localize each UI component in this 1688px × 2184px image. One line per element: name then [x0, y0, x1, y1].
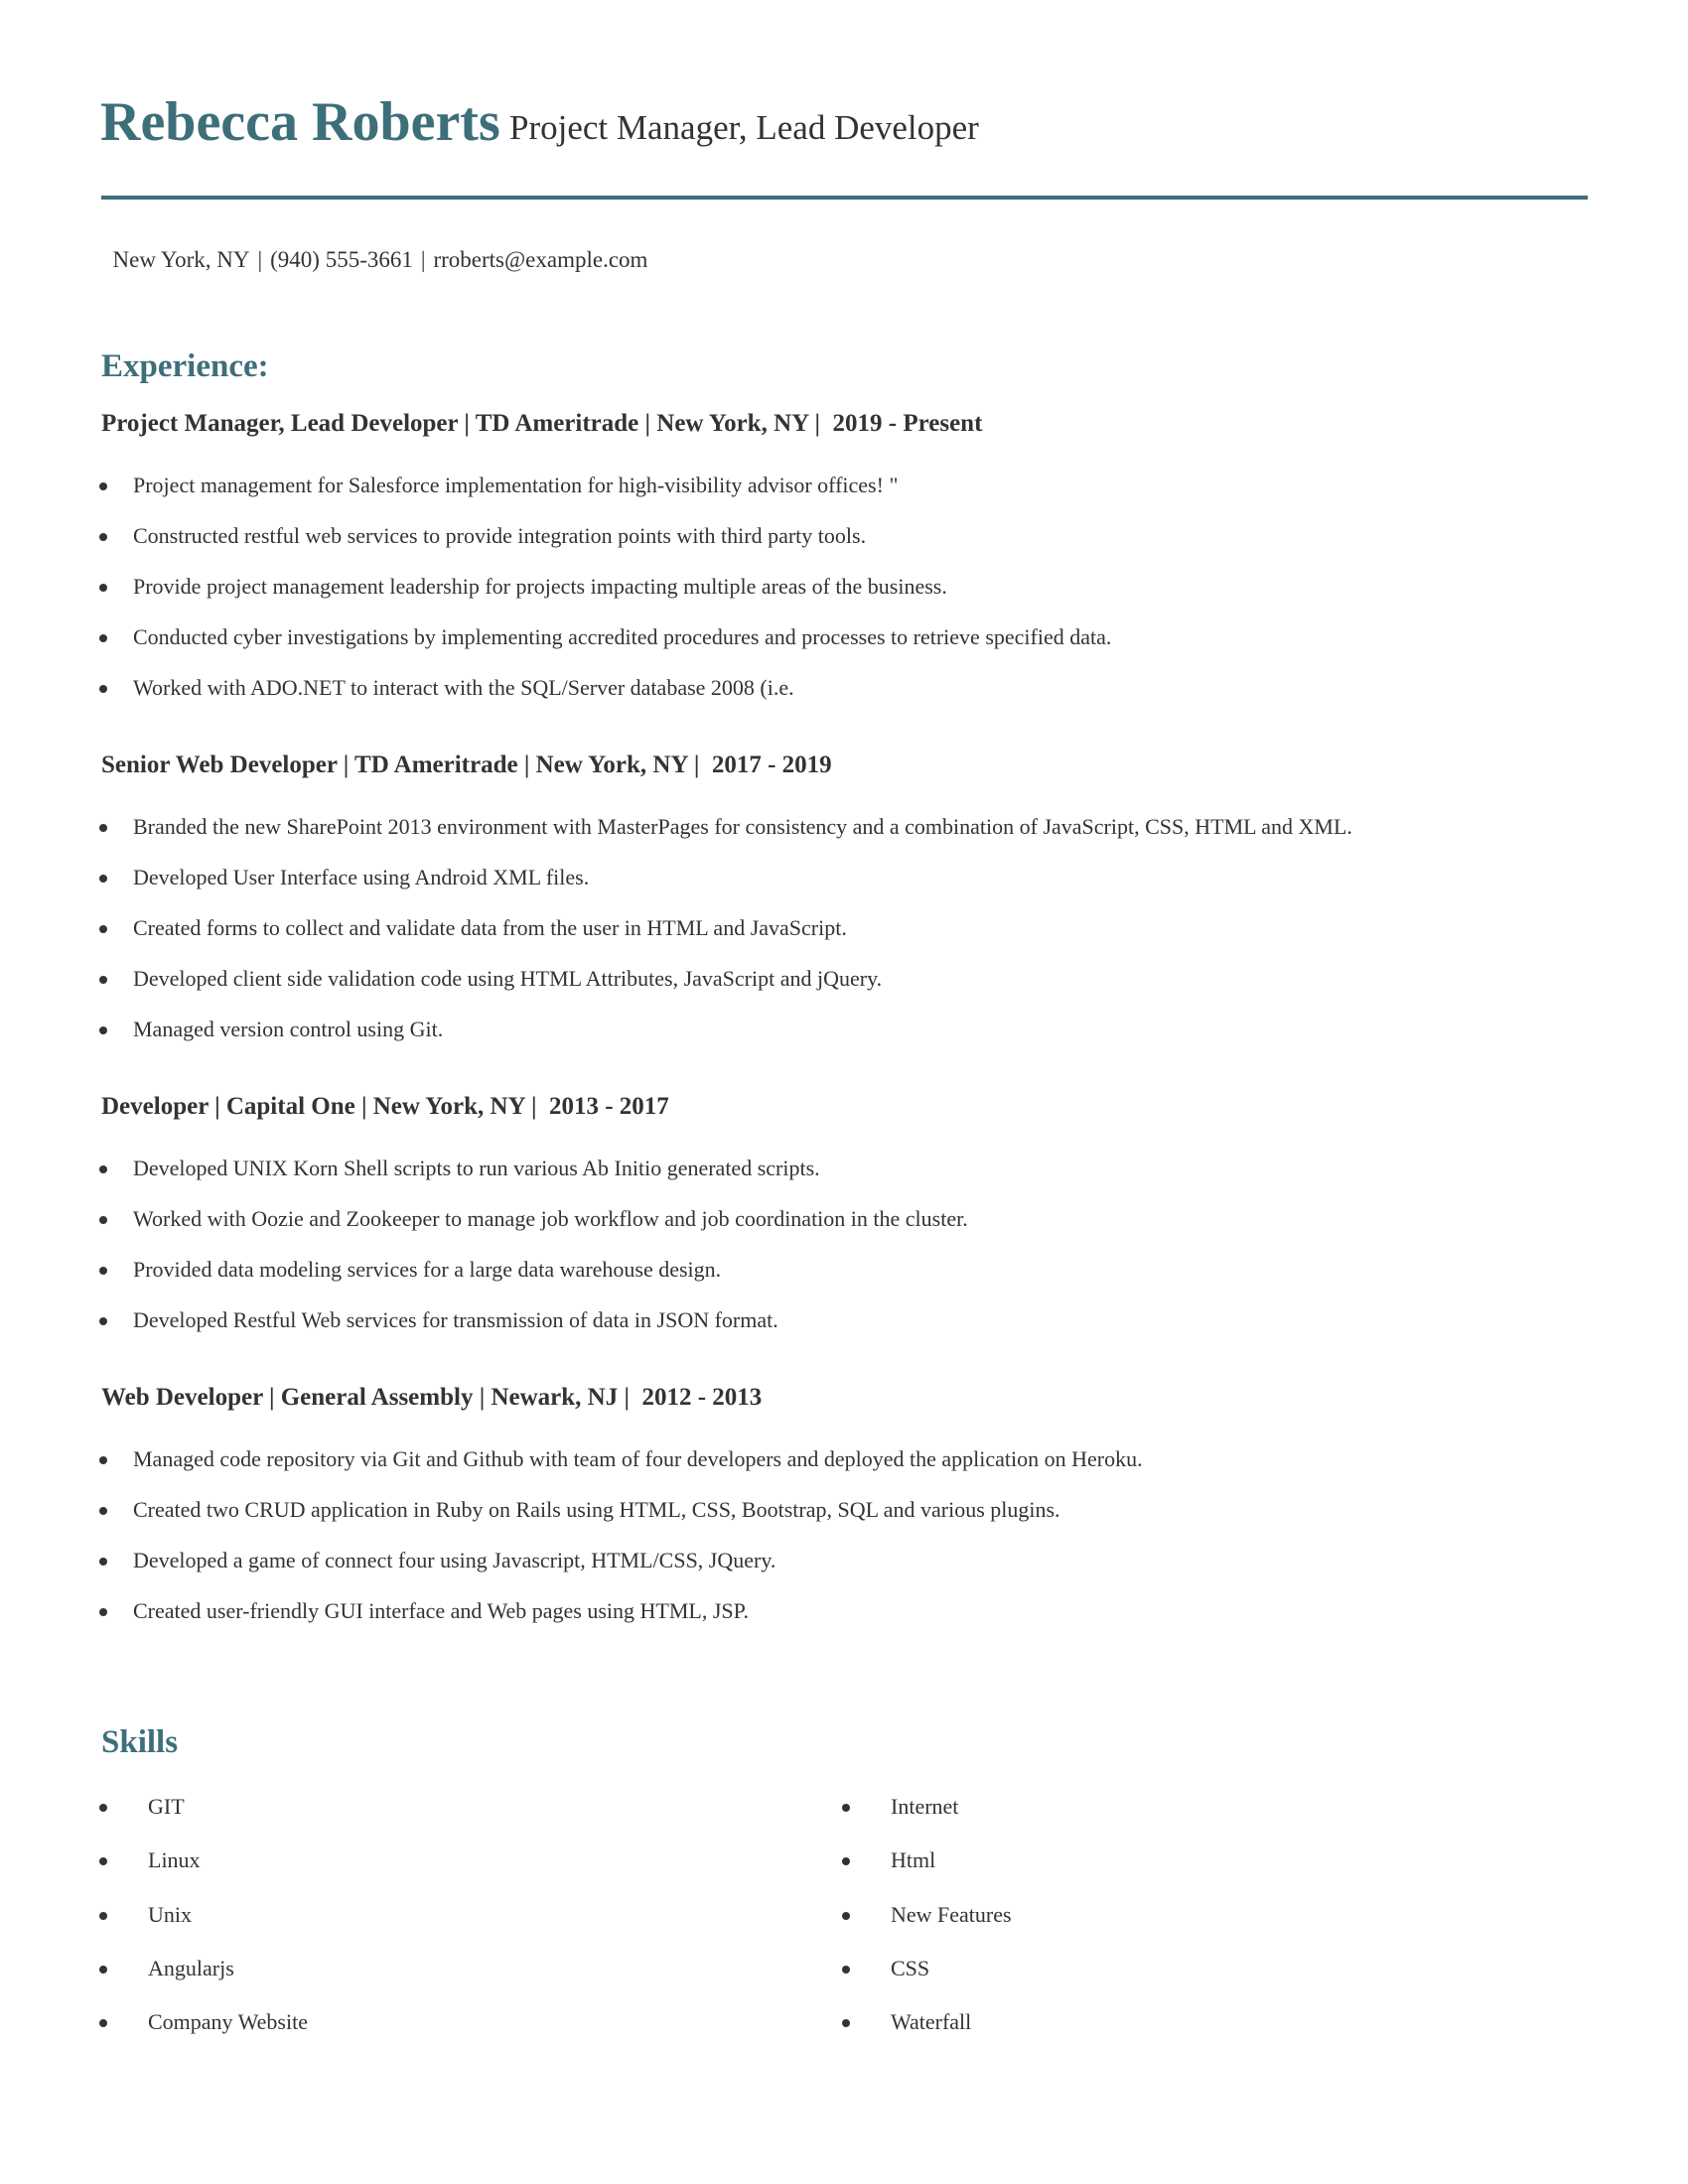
bullet-icon: [99, 976, 107, 984]
header-divider: [101, 196, 1588, 200]
bullet-text: Created user-friendly GUI interface and …: [133, 1598, 749, 1623]
bullet-icon: [99, 482, 107, 490]
skill-label: CSS: [891, 1955, 930, 1980]
bullet-text: Created two CRUD application in Ruby on …: [133, 1497, 1060, 1522]
bullet-icon: [99, 1026, 107, 1034]
job-title: Developer | Capital One | New York, NY |…: [101, 1093, 669, 1120]
bullet-text: Managed code repository via Git and Gith…: [133, 1446, 1143, 1471]
bullet-icon: [99, 1456, 107, 1464]
bullet-icon: [99, 685, 107, 693]
bullet-text: Branded the new SharePoint 2013 environm…: [133, 814, 1352, 839]
contact-separator: |: [257, 247, 263, 272]
bullet-icon: [99, 1216, 107, 1224]
bullet-icon: [99, 634, 107, 642]
contact-separator: |: [420, 247, 426, 272]
bullet-icon: [842, 2019, 850, 2028]
bullet-icon: [99, 1317, 107, 1325]
contact-line: New York, NY | (940) 555-3661 | rroberts@exa…: [101, 215, 648, 275]
bullet-icon: [99, 1608, 107, 1616]
bullet-icon: [99, 1911, 107, 1920]
skill-label: Unix: [148, 1901, 192, 1927]
skills-heading: Skills: [101, 1724, 179, 1760]
contact-location: New York, NY: [112, 247, 250, 272]
bullet-text: Created forms to collect and validate da…: [133, 915, 847, 940]
bullet-icon: [842, 1857, 850, 1866]
bullet-icon: [842, 1911, 850, 1920]
bullet-icon: [99, 1507, 107, 1515]
candidate-title: Project Manager, Lead Developer: [509, 108, 979, 147]
job-title: Senior Web Developer | TD Ameritrade | N…: [101, 751, 832, 778]
skill-label: Company Website: [148, 2009, 308, 2035]
bullet-text: Worked with Oozie and Zookeeper to manag…: [133, 1206, 968, 1231]
skill-label: Angularjs: [148, 1955, 234, 1980]
bullet-icon: [99, 824, 107, 832]
bullet-text: Worked with ADO.NET to interact with the…: [133, 675, 794, 700]
bullet-icon: [99, 2019, 107, 2028]
bullet-icon: [99, 533, 107, 541]
contact-phone: (940) 555-3661: [270, 247, 413, 272]
candidate-name: Rebecca Roberts: [100, 91, 500, 153]
skill-label: Internet: [891, 1794, 959, 1819]
bullet-text: Developed User Interface using Android X…: [133, 865, 590, 889]
bullet-icon: [99, 1804, 107, 1812]
bullet-text: Developed Restful Web services for trans…: [133, 1307, 778, 1332]
bullet-icon: [99, 925, 107, 933]
bullet-text: Developed client side validation code us…: [133, 966, 883, 991]
bullet-icon: [99, 584, 107, 592]
bullet-icon: [99, 1857, 107, 1866]
bullet-text: Constructed restful web services to prov…: [133, 523, 867, 548]
skill-label: Html: [891, 1847, 936, 1873]
bullet-text: Developed UNIX Korn Shell scripts to run…: [133, 1156, 820, 1180]
bullet-text: Managed version control using Git.: [133, 1017, 444, 1041]
bullet-icon: [842, 1965, 850, 1974]
bullet-text: Developed a game of connect four using J…: [133, 1548, 776, 1572]
bullet-icon: [99, 1165, 107, 1173]
skill-label: New Features: [891, 1901, 1012, 1927]
bullet-icon: [99, 1267, 107, 1275]
bullet-icon: [99, 1965, 107, 1974]
skill-label: GIT: [148, 1794, 185, 1819]
job-title: Web Developer | General Assembly | Newar…: [101, 1384, 763, 1411]
bullet-icon: [842, 1804, 850, 1812]
experience-heading: Experience:: [101, 348, 269, 384]
bullet-text: Conducted cyber investigations by implem…: [133, 624, 1112, 649]
bullet-icon: [99, 1558, 107, 1566]
bullet-text: Provided data modeling services for a la…: [133, 1257, 722, 1282]
job-title: Project Manager, Lead Developer | TD Ame…: [101, 410, 983, 437]
skill-label: Waterfall: [891, 2009, 972, 2035]
bullet-icon: [99, 875, 107, 883]
bullet-text: Project management for Salesforce implem…: [133, 473, 899, 497]
skill-label: Linux: [148, 1847, 201, 1873]
contact-email[interactable]: rroberts@example.com: [433, 247, 647, 272]
bullet-text: Provide project management leadership fo…: [133, 574, 947, 599]
